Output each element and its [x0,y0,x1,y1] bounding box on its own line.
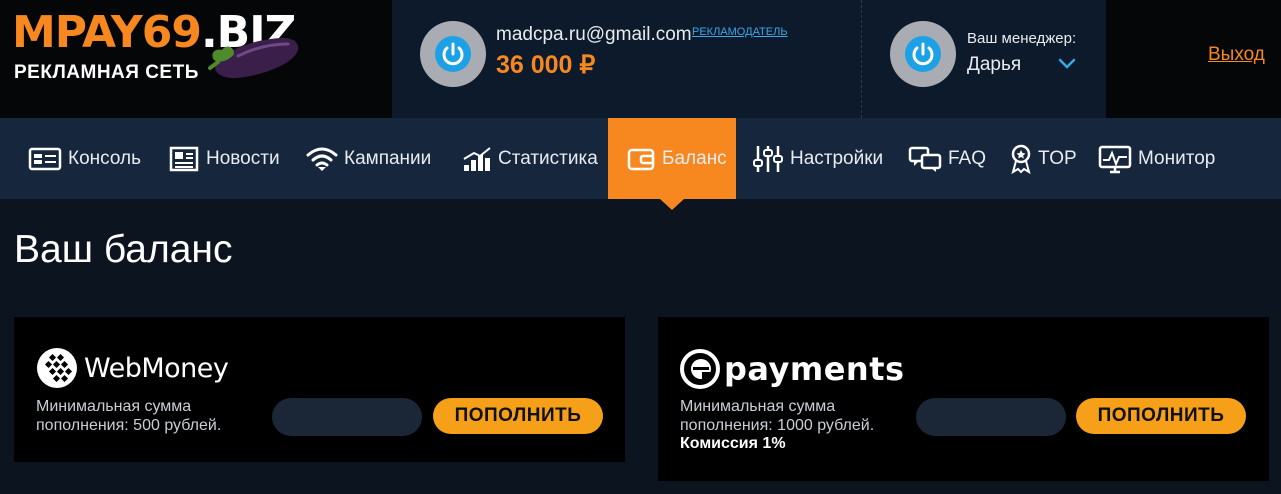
nav-label: Кампании [344,147,432,169]
amount-input[interactable] [272,398,422,436]
sliders-icon [753,145,783,172]
chat-icon [908,146,942,172]
award-icon [1011,144,1031,174]
nav-item-console[interactable]: Консоль [28,118,141,199]
payment-description: Минимальная сумма пополнения: 500 рублей… [36,398,222,434]
wallet-icon [627,148,655,170]
account-avatar[interactable] [420,21,486,87]
nav-item-top[interactable]: TOP [1010,118,1077,199]
nav-label: Новости [206,147,280,169]
payment-name: WebMoney [84,352,229,384]
nav-label: Статистика [498,147,598,169]
nav-item-campaigns[interactable]: Кампании [306,118,431,199]
top-bar: MPAY69.BIZ РЕКЛАМНАЯ СЕТЬ madcpa.ru@gmai… [0,0,1281,118]
payment-card-epayments: payments Минимальная сумма пополнения: 1… [658,317,1269,481]
manager-label: Ваш менеджер: [967,30,1077,47]
nav-item-monitor[interactable]: Монитор [1098,118,1215,199]
chart-icon [463,146,491,171]
amount-input[interactable] [916,398,1066,436]
account-balance: 36 000 ₽ [496,51,596,79]
console-icon [28,147,62,170]
nav-label: FAQ [948,147,987,169]
topup-button[interactable]: ПОПОЛНИТЬ [433,398,603,434]
webmoney-globe-icon [37,348,77,388]
nav-label: TOP [1038,147,1077,169]
payment-description: Минимальная сумма пополнения: 1000 рубле… [680,398,875,434]
nav-item-news[interactable]: Новости [168,118,280,199]
account-email: madcpa.ru@gmail.com [496,24,692,45]
payment-fee: Комиссия 1% [680,435,786,452]
nav-active-pointer [660,199,684,210]
payment-name: payments [724,350,905,388]
manager-name: Дарья [967,54,1022,75]
monitor-icon [1098,145,1132,173]
webmoney-logo: WebMoney [36,347,229,389]
chevron-down-icon[interactable] [1058,58,1076,70]
account-role-link[interactable]: РЕКЛАМОДАТЕЛЬ [692,26,788,38]
manager-panel: Ваш менеджер: Дарья [862,0,1106,118]
nav-label: Консоль [68,147,141,169]
epayments-e-icon [680,349,720,389]
nav-item-statistics[interactable]: Статистика [462,118,598,199]
power-icon [442,42,464,66]
main-nav: Консоль Новости Кампании Статистика Бала… [0,118,1281,199]
page-title: Ваш баланс [14,228,233,271]
account-panel: madcpa.ru@gmail.com РЕКЛАМОДАТЕЛЬ 36 000… [392,0,862,118]
topup-button[interactable]: ПОПОЛНИТЬ [1076,398,1246,434]
epayments-logo: payments [680,349,905,389]
eggplant-icon [208,37,299,79]
logo-subtitle: РЕКЛАМНАЯ СЕТЬ [14,62,199,83]
power-icon [912,42,934,66]
nav-label: Баланс [662,147,727,169]
payment-card-webmoney: WebMoney Минимальная сумма пополнения: 5… [14,317,625,462]
logo[interactable]: MPAY69.BIZ РЕКЛАМНАЯ СЕТЬ [0,0,392,118]
nav-label: Монитор [1138,147,1216,169]
manager-avatar [890,21,956,87]
logout-link[interactable]: Выход [1208,44,1265,66]
news-icon [169,146,199,171]
wifi-icon [306,147,338,171]
nav-item-settings[interactable]: Настройки [752,118,883,199]
nav-item-balance[interactable]: Баланс [608,118,736,199]
nav-label: Настройки [790,147,884,169]
nav-item-faq[interactable]: FAQ [908,118,986,199]
